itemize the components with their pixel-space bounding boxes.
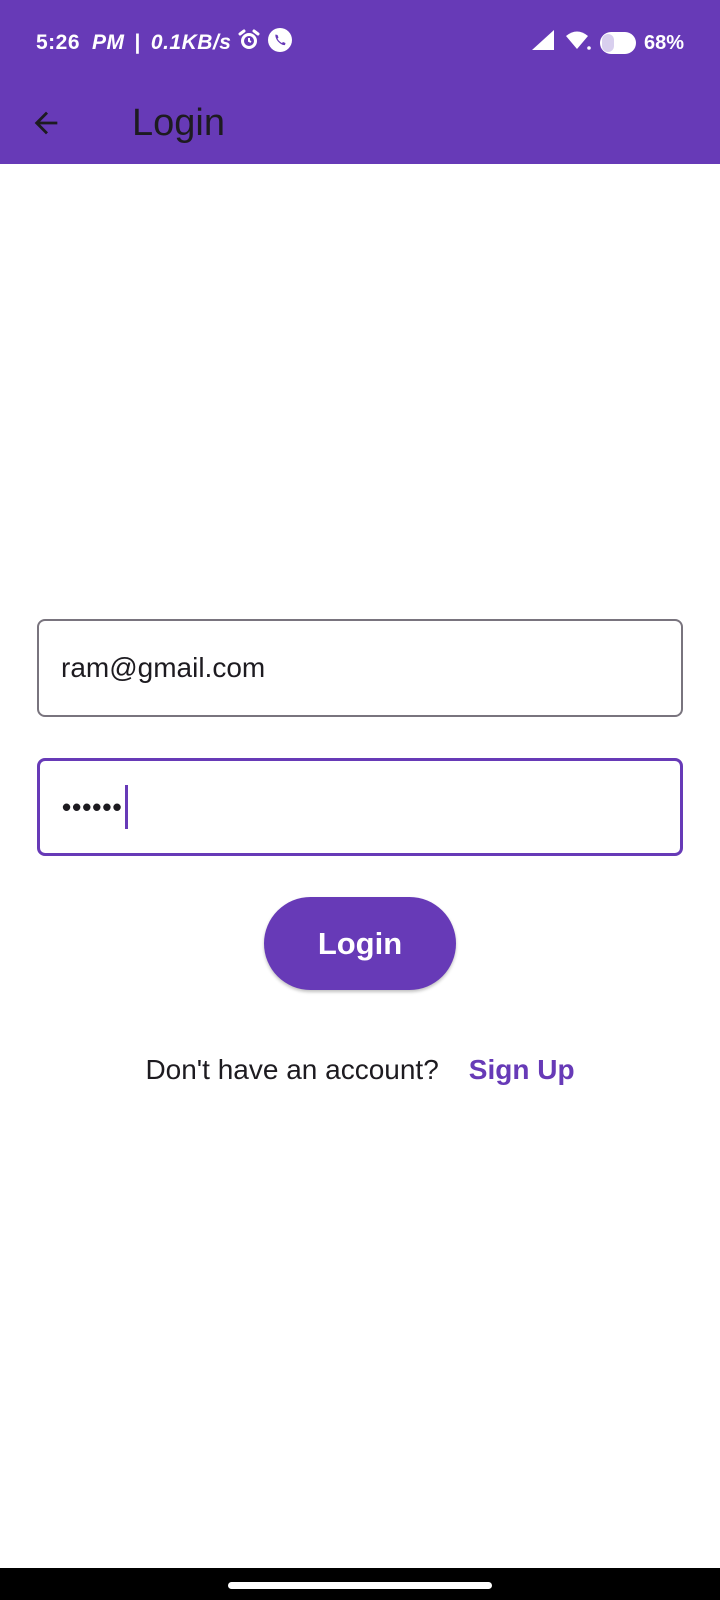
email-field[interactable]: ram@gmail.com xyxy=(37,619,683,717)
login-screen: 5:26 PM | 0.1KB/s 68% Login ram@gmail.co… xyxy=(0,0,720,1600)
password-field[interactable]: •••••• xyxy=(37,758,683,856)
back-button[interactable] xyxy=(22,99,70,147)
home-gesture-handle[interactable] xyxy=(228,1582,492,1589)
password-dots: •••••• xyxy=(62,791,123,822)
phone-call-icon xyxy=(267,27,293,59)
login-button-label: Login xyxy=(317,925,403,961)
battery-icon xyxy=(599,32,636,54)
battery-percent: 68% xyxy=(643,31,684,54)
email-field-value: ram@gmail.com xyxy=(61,652,266,683)
text-cursor xyxy=(124,785,128,829)
signup-prompt: Don't have an account? xyxy=(145,1054,439,1085)
signup-link[interactable]: Sign Up xyxy=(469,1054,575,1086)
arrow-back-icon xyxy=(34,111,58,135)
status-bar: 5:26 PM | 0.1KB/s 68% xyxy=(0,0,720,82)
alarm-icon xyxy=(237,28,261,58)
status-net-speed: 0.1KB/s xyxy=(150,31,232,54)
status-separator: | xyxy=(134,31,141,54)
app-bar: Login xyxy=(0,82,720,164)
login-button[interactable]: Login xyxy=(264,897,456,990)
signup-row: Don't have an account? Sign Up xyxy=(0,1050,720,1090)
password-field-value: •••••• xyxy=(62,761,128,853)
status-time: 5:26 xyxy=(36,31,81,54)
wifi-icon xyxy=(564,28,592,58)
status-ampm: PM xyxy=(92,31,125,54)
status-left: 5:26 PM | 0.1KB/s xyxy=(36,28,293,58)
status-right: 68% xyxy=(522,28,684,58)
signal-icon xyxy=(530,28,556,58)
page-title: Login xyxy=(132,102,225,144)
system-nav-bar xyxy=(0,1568,720,1600)
